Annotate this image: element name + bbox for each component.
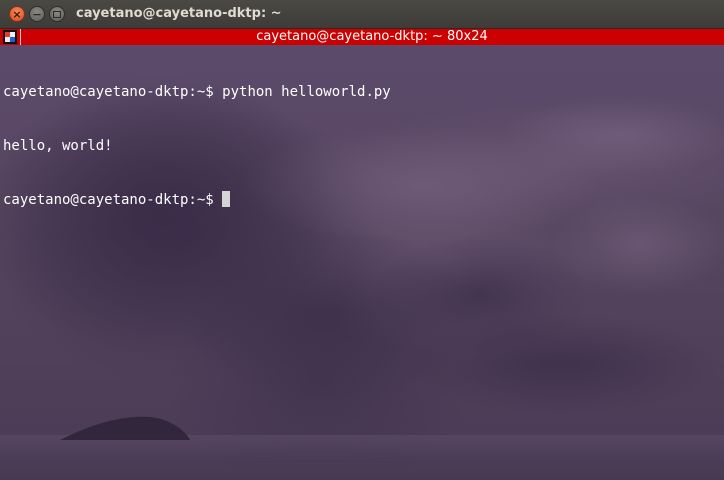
screen-status-bar: cayetano@cayetano-dktp: ~ 80x24	[0, 29, 724, 45]
close-icon[interactable]: ×	[9, 6, 25, 22]
terminal-line: cayetano@cayetano-dktp:~$ python hellowo…	[3, 83, 391, 101]
cursor-block	[222, 191, 231, 207]
title-bar[interactable]: × − cayetano@cayetano-dktp: ~	[0, 0, 724, 29]
maximize-icon[interactable]	[49, 6, 65, 22]
terminal-window: × − cayetano@cayetano-dktp: ~ cayetano@c…	[0, 0, 724, 480]
terminal-area[interactable]: cayetano@cayetano-dktp:~$ python hellowo…	[0, 45, 724, 480]
window-title: cayetano@cayetano-dktp: ~	[76, 6, 282, 21]
minimize-icon[interactable]: −	[29, 6, 45, 22]
program-output: hello, world!	[3, 138, 113, 154]
terminal-line: hello, world!	[3, 137, 391, 155]
terminal-line: cayetano@cayetano-dktp:~$	[3, 191, 391, 209]
shell-prompt: cayetano@cayetano-dktp:~$	[3, 84, 223, 100]
shell-prompt: cayetano@cayetano-dktp:~$	[3, 192, 223, 208]
terminal-output: cayetano@cayetano-dktp:~$ python hellowo…	[3, 47, 391, 245]
shell-command: python helloworld.py	[222, 84, 391, 100]
status-title: cayetano@cayetano-dktp: ~ 80x24	[256, 29, 488, 44]
